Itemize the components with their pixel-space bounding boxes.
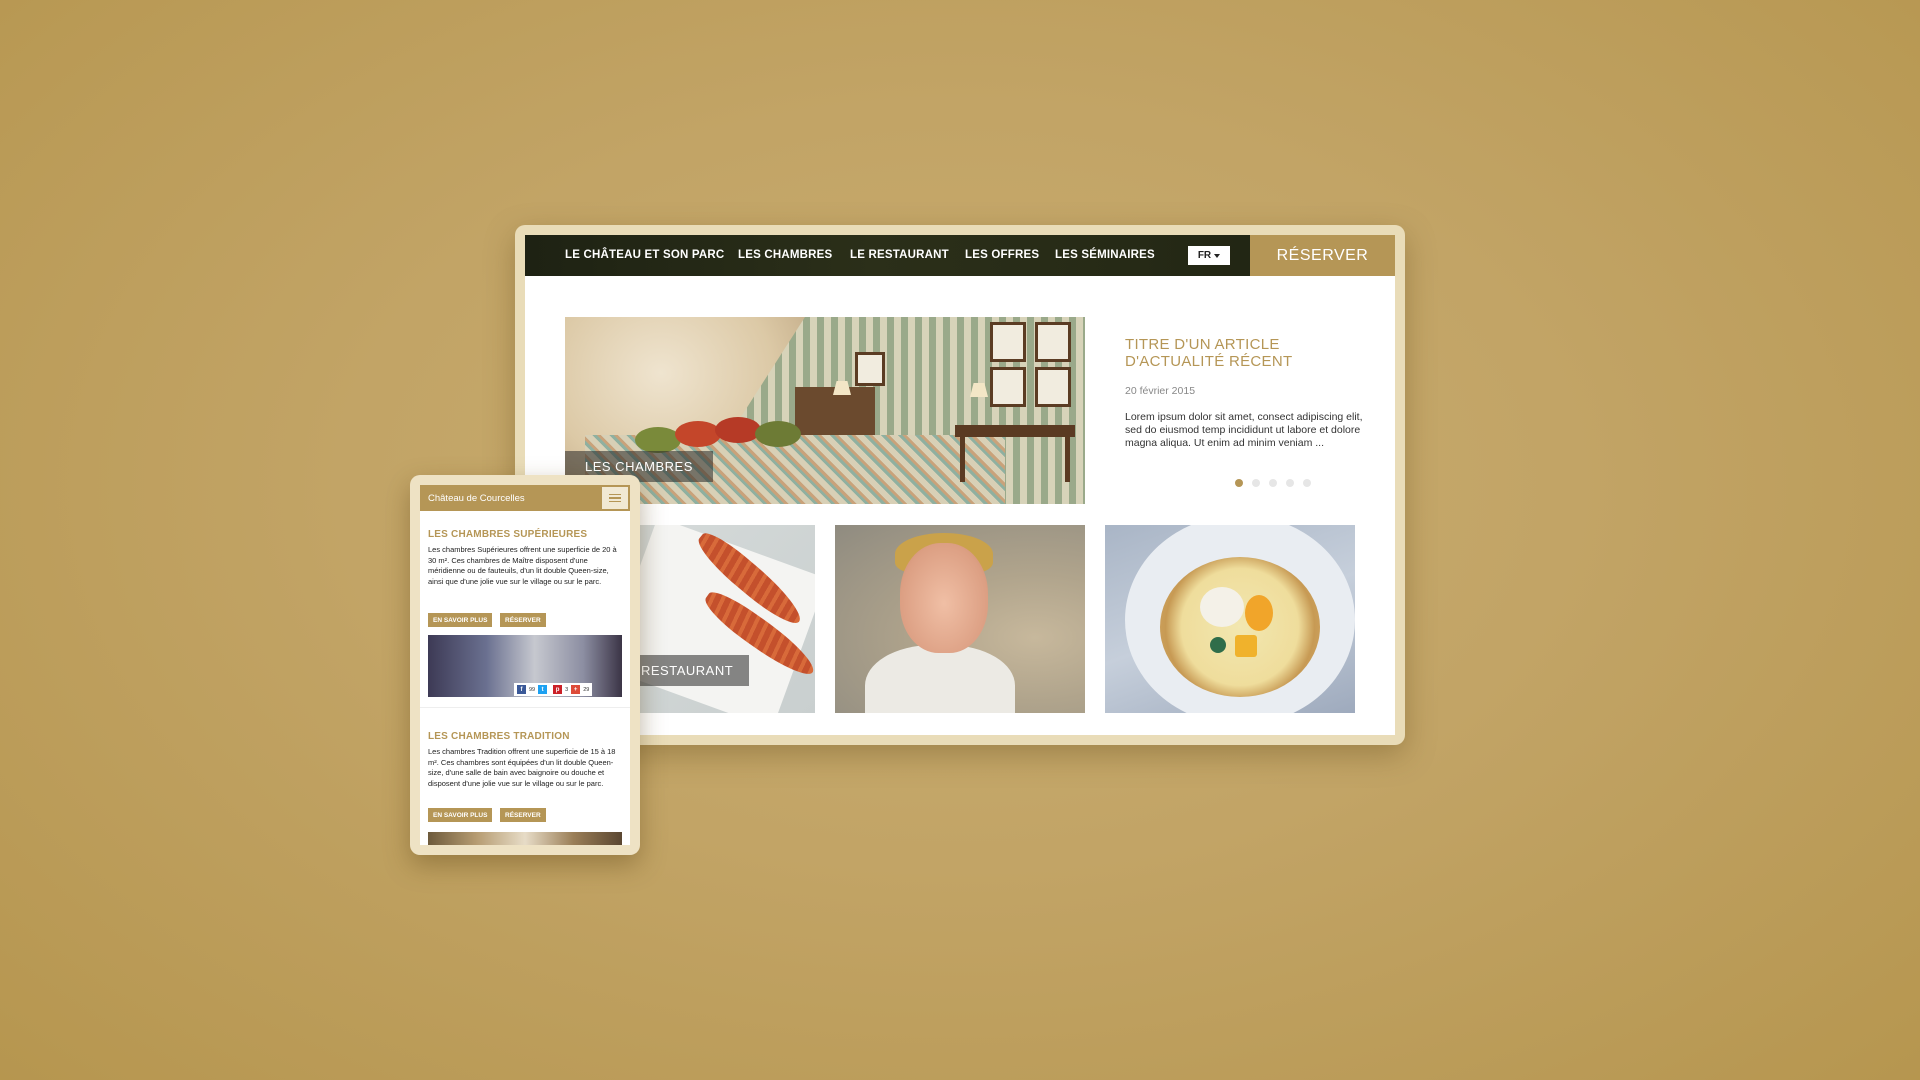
pillow [635, 427, 681, 453]
pinterest-icon[interactable]: p [553, 685, 563, 694]
wall-frame [990, 367, 1026, 407]
wall-frame [990, 322, 1026, 362]
mobile-header: Château de Courcelles [420, 485, 630, 511]
section-body: Les chambres Supérieures offrent une sup… [428, 545, 617, 586]
learn-more-button[interactable]: EN SAVOIR PLUS [428, 613, 493, 627]
dessert-tile[interactable] [1105, 525, 1355, 713]
carousel-dot[interactable] [1269, 479, 1277, 487]
reserve-button[interactable]: RÉSERVER [1250, 235, 1395, 276]
nav-item-chateau[interactable]: LE CHÂTEAU ET SON PARC [565, 249, 724, 261]
section-title[interactable]: LES CHAMBRES SUPÉRIEURES [428, 529, 587, 540]
facebook-count: 99 [529, 686, 536, 693]
mobile-site-title[interactable]: Château de Courcelles [428, 493, 525, 504]
chef-tile[interactable] [835, 525, 1085, 713]
wall-frame [1035, 322, 1071, 362]
desk-leg [960, 437, 965, 482]
fruit-image [1245, 595, 1273, 631]
carousel-pagination [1235, 479, 1311, 487]
desk-leg [1065, 437, 1070, 482]
reserve-button[interactable]: RÉSERVER [500, 808, 546, 822]
google-count: 29 [583, 686, 590, 693]
rooms-tile[interactable]: LES CHAMBRES [565, 317, 1085, 504]
article-title[interactable]: TITRE D'UN ARTICLE D'ACTUALITÉ RÉCENT [1125, 336, 1365, 370]
room-photo[interactable]: f 99 t p 3 + 29 [428, 635, 622, 697]
fruit-image [1235, 635, 1257, 657]
carousel-dot[interactable] [1303, 479, 1311, 487]
caret-down-icon [1214, 254, 1221, 258]
carousel-dot[interactable] [1286, 479, 1294, 487]
tart-image [1160, 557, 1320, 697]
learn-more-button[interactable]: EN SAVOIR PLUS [428, 808, 493, 822]
section-body: Les chambres Tradition offrent une super… [428, 747, 616, 788]
article-excerpt: Lorem ipsum dolor sit amet, consect adip… [1125, 411, 1363, 449]
language-select[interactable]: FR [1188, 246, 1230, 265]
twitter-icon[interactable]: t [538, 685, 548, 694]
mobile-mockup: Château de Courcelles LES CHAMBRES SUPÉR… [410, 475, 640, 855]
wall-frame [855, 352, 885, 386]
share-bar: f 99 t p 3 + 29 [514, 683, 593, 696]
wall-frame [1035, 367, 1071, 407]
desktop-mockup: LE CHÂTEAU ET SON PARC LES CHAMBRES LE R… [515, 225, 1405, 745]
nav-item-restaurant[interactable]: LE RESTAURANT [850, 249, 949, 261]
facebook-icon[interactable]: f [517, 685, 526, 694]
mobile-screen: Château de Courcelles LES CHAMBRES SUPÉR… [420, 485, 630, 845]
google-plus-icon[interactable]: + [571, 685, 581, 694]
pillow [675, 421, 721, 447]
nav-item-offres[interactable]: LES OFFRES [965, 249, 1039, 261]
pillow [755, 421, 801, 447]
chef-face [900, 543, 988, 653]
nav-item-seminaires[interactable]: LES SÉMINAIRES [1055, 249, 1155, 261]
restaurant-tile-label: RESTAURANT [625, 655, 750, 686]
fruit-image [1210, 637, 1226, 653]
desktop-screen: LE CHÂTEAU ET SON PARC LES CHAMBRES LE R… [525, 235, 1395, 735]
pillow [715, 417, 761, 443]
nav-item-chambres[interactable]: LES CHAMBRES [738, 249, 832, 261]
room-photo[interactable] [428, 832, 622, 845]
section-title[interactable]: LES CHAMBRES TRADITION [428, 731, 570, 742]
ice-cream-scoop [1200, 587, 1244, 627]
carousel-dot[interactable] [1235, 479, 1243, 487]
chef-jacket [865, 645, 1015, 713]
main-navigation: LE CHÂTEAU ET SON PARC LES CHAMBRES LE R… [525, 235, 1395, 276]
article-date: 20 février 2015 [1125, 385, 1196, 397]
carousel-dot[interactable] [1252, 479, 1260, 487]
reserve-button[interactable]: RÉSERVER [500, 613, 546, 627]
lamp [833, 381, 851, 395]
section-divider [420, 707, 630, 708]
language-value: FR [1197, 250, 1212, 261]
lamp [970, 383, 988, 397]
desk-image [955, 425, 1075, 437]
hamburger-menu-icon[interactable] [602, 487, 628, 509]
pinterest-count: 3 [565, 686, 569, 693]
